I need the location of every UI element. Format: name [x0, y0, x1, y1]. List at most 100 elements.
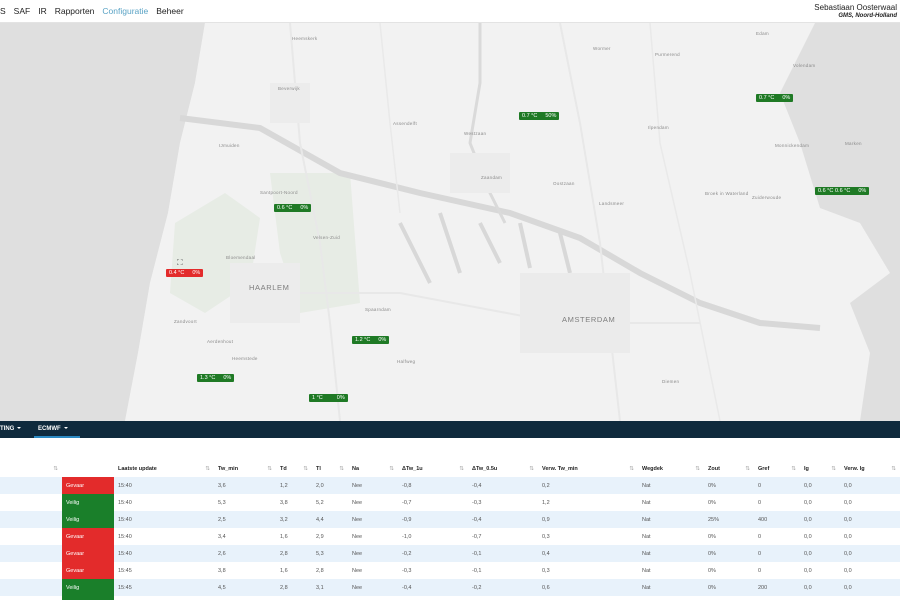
- sort-icon: ⇅: [339, 465, 344, 472]
- table-row[interactable]: Gevaar 15:40 2,6 2,8 5,3 Nee -0,2 -0,1 0,4 Nat 0% 0…: [0, 545, 900, 562]
- station-marker[interactable]: 0.6 °C 0%: [274, 204, 312, 212]
- map-label-bloemendaal: Bloemendaal: [226, 255, 256, 260]
- table-cell: -0,1: [468, 562, 538, 579]
- table-row[interactable]: Gevaar 15:40 3,6 1,2 2,0 Nee -0,8 -0,4 0,2 Nat 0% 0…: [0, 477, 900, 494]
- table-cell: 400: [754, 511, 800, 528]
- map-label-amsterdam: AMSTERDAM: [562, 315, 616, 324]
- table-cell: 2,8: [276, 579, 312, 596]
- table-cell: 0%: [704, 545, 754, 562]
- column-header-label: Ig: [804, 465, 809, 472]
- marker-percentage: 0%: [192, 270, 201, 276]
- nav-item-ir[interactable]: IR: [38, 6, 47, 16]
- nav-item-beheer[interactable]: Beheer: [156, 6, 183, 16]
- table-cell: 0: [754, 494, 800, 511]
- table-cell: -0,4: [398, 579, 468, 596]
- station-name-cell: [0, 596, 62, 600]
- station-name-cell: [0, 511, 62, 528]
- table-cell: 3,6: [214, 477, 276, 494]
- table-cell: 0,0: [840, 494, 900, 511]
- column-header-label: ΔTw_0.5u: [472, 465, 498, 472]
- table-cell: 0%: [704, 579, 754, 596]
- table-cell: 3,9: [214, 596, 276, 600]
- column-header[interactable]: Verw. Tw_min ⇅: [538, 460, 638, 477]
- table-cell: 3,8: [276, 494, 312, 511]
- table-cell: -0,2: [468, 596, 538, 600]
- map-label-beverwijk: Beverwijk: [278, 86, 300, 91]
- column-header[interactable]: Tw_min ⇅: [214, 460, 276, 477]
- top-navigation-bar: S SAF IR Rapporten Configuratie Beheer S…: [0, 0, 900, 23]
- column-header[interactable]: Gref ⇅: [754, 460, 800, 477]
- column-header-name[interactable]: ⇅: [0, 460, 62, 477]
- sort-icon: ⇅: [303, 465, 308, 472]
- table-cell: 15:40: [114, 545, 214, 562]
- station-marker[interactable]: 0.6 °C: [815, 187, 836, 195]
- column-header-label: Gref: [758, 465, 770, 472]
- table-cell: 3,1: [312, 579, 348, 596]
- user-info[interactable]: Sebastiaan Oosterwaal GMS, Noord-Holland: [814, 3, 897, 21]
- map-view[interactable]: Heemskerk Beverwijk IJmuiden Santpoort-N…: [0, 23, 900, 421]
- table-cell: Nat: [638, 562, 704, 579]
- nav-item-saf[interactable]: SAF: [14, 6, 31, 16]
- column-header-status[interactable]: [62, 460, 114, 477]
- station-marker[interactable]: 1.2 °C 0%: [352, 336, 390, 344]
- nav-item-configuratie[interactable]: Configuratie: [102, 6, 148, 16]
- column-header[interactable]: Laatste update ⇅: [114, 460, 214, 477]
- table-cell: -0,2: [468, 579, 538, 596]
- map-label-ilpendam: Ilpendam: [648, 125, 669, 130]
- sort-icon: ⇅: [891, 465, 896, 472]
- table-row[interactable]: Gevaar 15:45 3,8 1,6 2,8 Nee -0,3 -0,1 0,3 Nat 0% 0…: [0, 562, 900, 579]
- table-cell: 15:40: [114, 477, 214, 494]
- marker-percentage: 0%: [336, 395, 345, 401]
- column-header[interactable]: Ig ⇅: [800, 460, 840, 477]
- status-badge: Gevaar: [62, 528, 114, 545]
- station-marker[interactable]: 1 °C 0%: [309, 394, 348, 402]
- marker-percentage: 0%: [300, 205, 309, 211]
- table-cell: 0,0: [840, 596, 900, 600]
- table-cell: -0,7: [468, 528, 538, 545]
- table-cell: 0,0: [800, 562, 840, 579]
- station-marker[interactable]: 1.3 °C 0%: [197, 374, 235, 382]
- table-cell: Nee: [348, 511, 398, 528]
- table-row[interactable]: Veilig 15:45 4,5 2,8 3,1 Nee -0,4 -0,2 0,6 Nat 0% 2…: [0, 579, 900, 596]
- nav-item-s[interactable]: S: [0, 6, 6, 16]
- column-header[interactable]: ΔTw_0.5u ⇅: [468, 460, 538, 477]
- table-row[interactable]: Gevaar 15:40 3,4 1,6 2,9 Nee -1,0 -0,7 0,3 Nat 0% 0…: [0, 528, 900, 545]
- table-cell: 2,8: [276, 545, 312, 562]
- status-badge: Gevaar: [62, 545, 114, 562]
- cursor-icon: ⛶: [177, 258, 183, 267]
- table-row[interactable]: Veilig15:403,91,42,2Nee-0,4-0,20,7Nat0%2…: [0, 596, 900, 600]
- table-cell: 0%: [704, 528, 754, 545]
- table-cell: 0,0: [800, 477, 840, 494]
- model-dropdown[interactable]: ECMWF: [38, 426, 72, 432]
- column-header[interactable]: Verw. Ig ⇅: [840, 460, 900, 477]
- column-header[interactable]: ΔTw_1u ⇅: [398, 460, 468, 477]
- map-label-zandvoort: Zandvoort: [174, 319, 197, 324]
- station-marker[interactable]: 0.7 °C 0%: [756, 94, 794, 102]
- status-badge: Veilig: [62, 579, 114, 596]
- column-header-label: Laatste update: [118, 465, 157, 472]
- column-header[interactable]: Tl ⇅: [312, 460, 348, 477]
- column-header[interactable]: Zout ⇅: [704, 460, 754, 477]
- map-label-landsmeer: Landsmeer: [599, 201, 625, 206]
- column-header-label: Zout: [708, 465, 720, 472]
- table-row[interactable]: Veilig 15:40 2,5 3,2 4,4 Nee -0,9 -0,4 0,9 Nat 25%…: [0, 511, 900, 528]
- station-name-cell: [0, 494, 62, 511]
- table-row[interactable]: Veilig 15:40 5,3 3,8 5,2 Nee -0,7 -0,3 1,2 Nat 0% 0…: [0, 494, 900, 511]
- table-cell: Nee: [348, 596, 398, 600]
- station-marker[interactable]: 0.6 °C 0%: [832, 187, 870, 195]
- table-cell: 1,4: [276, 596, 312, 600]
- table-cell: -0,4: [398, 596, 468, 600]
- table-cell: 0,7: [538, 596, 638, 600]
- column-header[interactable]: Na ⇅: [348, 460, 398, 477]
- station-name-cell: [0, 477, 62, 494]
- table-cell: 0,0: [840, 545, 900, 562]
- nav-item-rapporten[interactable]: Rapporten: [55, 6, 95, 16]
- view-dropdown[interactable]: TING: [0, 426, 22, 432]
- station-name-cell: [0, 579, 62, 596]
- column-header[interactable]: Wegdek ⇅: [638, 460, 704, 477]
- station-marker[interactable]: 0.4 °C 0%: [166, 269, 204, 277]
- map-label-oostzaan: Oostzaan: [553, 181, 575, 186]
- table-cell: -0,8: [398, 477, 468, 494]
- column-header[interactable]: Td ⇅: [276, 460, 312, 477]
- station-marker[interactable]: 0.7 °C 50%: [519, 112, 560, 120]
